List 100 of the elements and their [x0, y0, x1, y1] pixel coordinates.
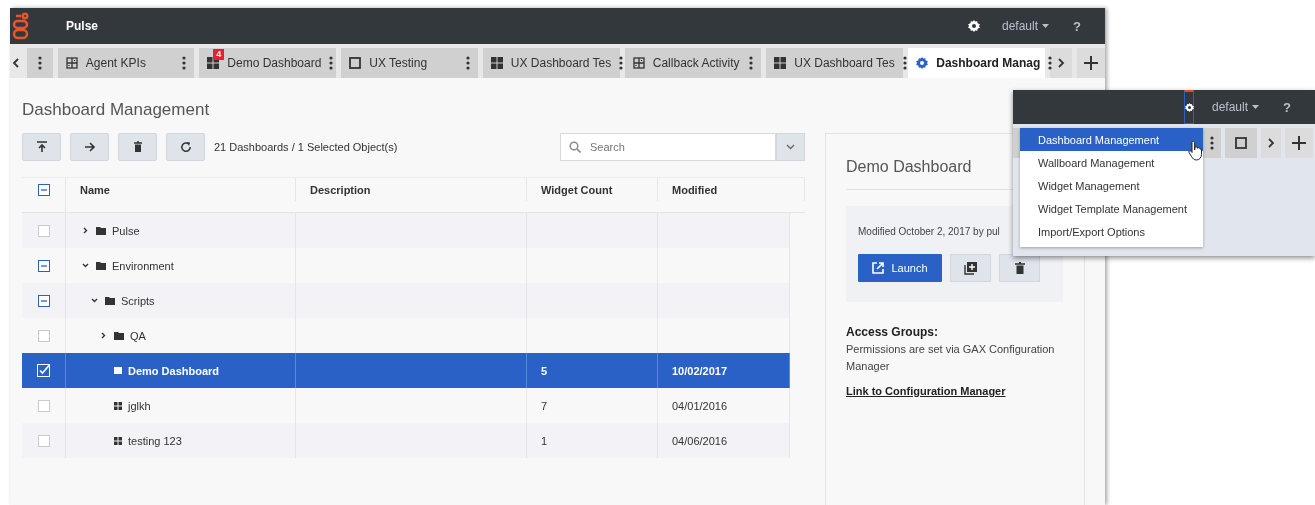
arrow-right-icon	[83, 141, 96, 153]
tab[interactable]: Callback Activity	[624, 48, 762, 78]
refresh-button[interactable]	[166, 133, 205, 161]
item-name: jglkh	[128, 399, 151, 412]
external-link-icon	[872, 262, 885, 274]
upload-button[interactable]	[22, 133, 61, 161]
kebab-menu-icon[interactable]	[1210, 136, 1214, 150]
help-button[interactable]: ?	[1073, 18, 1081, 34]
item-name: Scripts	[121, 294, 155, 307]
caret-down-icon	[1042, 24, 1050, 28]
help-button[interactable]: ?	[1283, 99, 1291, 115]
dashboard-icon	[632, 57, 645, 69]
tab[interactable]	[1203, 128, 1221, 158]
item-name: Environment	[112, 259, 174, 272]
table-cell: 1	[527, 423, 658, 458]
checkbox[interactable]	[37, 183, 50, 196]
kebab-menu-icon[interactable]	[902, 56, 907, 70]
page-title: Dashboard Management	[22, 100, 211, 120]
tab-label: Callback Activity	[652, 56, 741, 70]
item-name: QA	[130, 329, 146, 342]
user-menu[interactable]: default	[1002, 19, 1050, 33]
chevron-right-icon[interactable]	[1267, 138, 1275, 148]
menu-item[interactable]: Import/Export Options	[1020, 220, 1203, 243]
chevron-down-icon[interactable]	[81, 263, 89, 268]
folder-icon	[114, 331, 124, 340]
gear-icon	[916, 57, 929, 69]
item-name: Demo Dashboard	[128, 364, 220, 377]
folder-icon	[105, 296, 115, 305]
logo-icon	[12, 12, 30, 40]
search-field[interactable]: Search	[560, 133, 776, 161]
menu-item[interactable]: Widget Template Management	[1020, 197, 1203, 220]
grid-icon	[490, 57, 503, 69]
chevron-left-icon[interactable]	[12, 58, 19, 68]
menu-item[interactable]: Dashboard Management	[1020, 128, 1203, 151]
notification-badge: 4	[213, 49, 225, 60]
kebab-menu-icon[interactable]	[37, 56, 42, 70]
grid-icon	[114, 436, 122, 445]
kebab-menu-icon[interactable]	[619, 56, 624, 70]
selected-row[interactable]: Demo Dashboard 5 10/02/2017	[22, 353, 790, 388]
tab-label: Agent KPIs	[85, 56, 147, 70]
item-name: testing 123	[128, 434, 182, 447]
copy-button[interactable]	[950, 254, 991, 282]
copy-icon	[964, 261, 977, 275]
refresh-icon	[179, 141, 192, 153]
delete-button[interactable]	[118, 133, 157, 161]
tab[interactable]: UX Testing	[341, 48, 478, 78]
move-button[interactable]	[70, 133, 109, 161]
chevron-down-icon	[786, 144, 795, 150]
app-name: Pulse	[66, 19, 99, 33]
chevron-right-icon[interactable]	[100, 332, 106, 339]
kebab-menu-icon[interactable]	[749, 56, 754, 70]
tab-label: Demo Dashboard	[227, 56, 322, 70]
chevron-right-icon[interactable]	[1057, 58, 1065, 68]
square-icon	[1235, 137, 1247, 149]
kebab-menu-icon[interactable]	[465, 56, 470, 70]
kebab-menu-icon[interactable]	[329, 56, 334, 70]
tab-label: UX Testing	[369, 56, 429, 70]
folder-icon	[96, 226, 106, 235]
grid-icon	[114, 401, 122, 410]
column-header[interactable]: Modified	[658, 178, 805, 201]
checkbox[interactable]	[37, 294, 50, 307]
plus-icon[interactable]	[1084, 56, 1099, 70]
access-groups-text: Permissions are set via GAX Configuration Manager	[846, 342, 1056, 374]
tab[interactable]: Agent KPIs	[57, 48, 195, 78]
tab[interactable]	[1225, 128, 1257, 158]
dashboard-icon	[65, 57, 78, 69]
checkbox[interactable]	[37, 259, 50, 272]
launch-button[interactable]: Launch	[858, 254, 942, 282]
table-cell: 04/06/2016	[658, 423, 790, 458]
caret-down-icon	[1252, 105, 1260, 109]
column-header[interactable]: Widget Count	[527, 178, 658, 201]
trash-icon	[131, 141, 144, 153]
selection-summary: 21 Dashboards / 1 Selected Object(s)	[214, 141, 399, 153]
kebab-menu-icon[interactable]	[182, 56, 187, 70]
square-icon	[114, 366, 122, 375]
item-name: Pulse	[112, 224, 140, 237]
access-groups-heading: Access Groups:	[846, 325, 940, 339]
name-cell[interactable]: testing 123	[66, 423, 296, 458]
tab[interactable]: Demo Dashboard 4	[199, 48, 337, 78]
tab-label: UX Dashboard Tes	[794, 56, 895, 70]
tab[interactable]: UX Dashboard Tes	[766, 48, 904, 78]
user-menu[interactable]: default	[1212, 100, 1260, 114]
tab-label: Dashboard Manag	[936, 56, 1041, 70]
gear-icon	[1184, 103, 1194, 112]
search-icon	[569, 141, 581, 153]
gear-icon[interactable]	[968, 20, 980, 32]
configuration-manager-link[interactable]: Link to Configuration Manager	[846, 385, 1006, 397]
chevron-right-icon[interactable]	[82, 227, 88, 234]
tab-label: UX Dashboard Tes	[510, 56, 612, 70]
tab[interactable]: UX Dashboard Tes	[482, 48, 620, 78]
folder-icon	[96, 261, 106, 270]
plus-icon[interactable]	[1292, 136, 1306, 150]
delete-button[interactable]	[999, 254, 1040, 282]
upload-icon	[35, 141, 48, 153]
column-header[interactable]: Description	[296, 178, 527, 201]
chevron-down-icon[interactable]	[90, 298, 98, 303]
settings-button[interactable]	[1184, 90, 1194, 124]
trash-icon	[1014, 262, 1025, 274]
square-icon	[349, 57, 362, 69]
column-header[interactable]: Name	[66, 178, 296, 201]
